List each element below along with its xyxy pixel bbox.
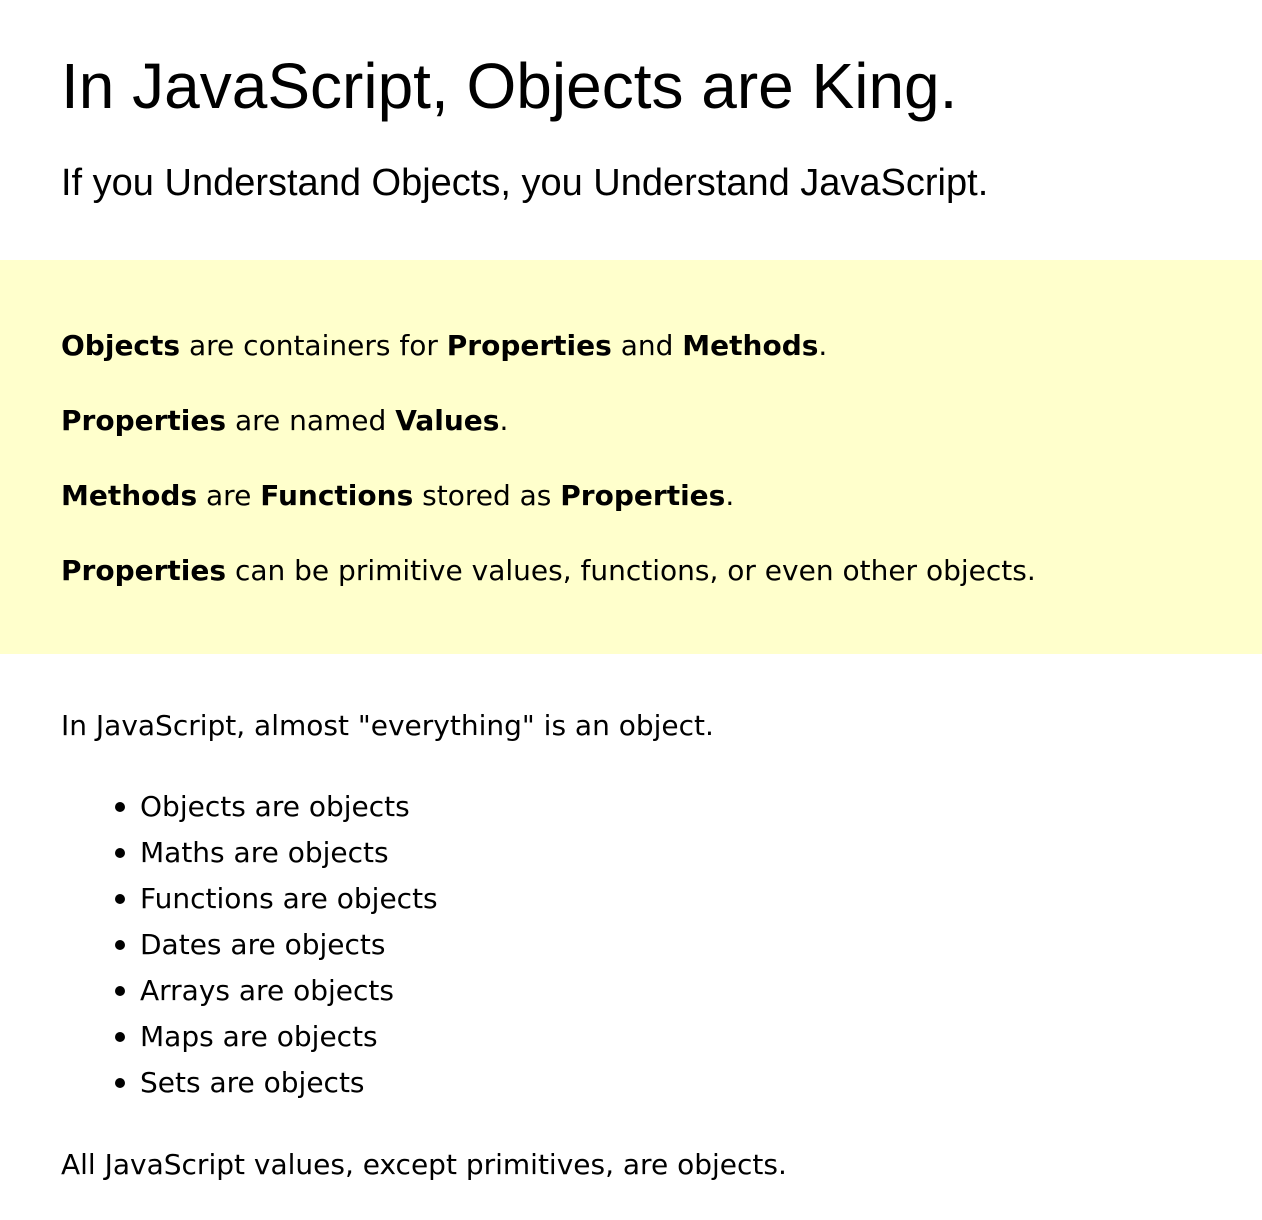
term-properties: Properties [446, 329, 612, 362]
page-title: In JavaScript, Objects are King. [61, 50, 958, 122]
note-text: and [611, 329, 683, 362]
list-item-label: Functions are objects [140, 882, 438, 915]
term-methods: Methods [682, 329, 819, 362]
term-properties: Properties [560, 479, 726, 512]
note-text: . [818, 329, 828, 362]
note-line-objects: Objects are containers for Properties an… [61, 328, 827, 364]
note-line-property-types: Properties can be primitive values, func… [61, 553, 1036, 589]
outro-paragraph: All JavaScript values, except primitives… [61, 1148, 787, 1181]
highlight-note-box: Objects are containers for Properties an… [0, 260, 1262, 654]
page-subtitle: If you Understand Objects, you Understan… [61, 162, 989, 204]
list-item-label: Dates are objects [140, 928, 386, 961]
note-text: are named [226, 404, 396, 437]
note-text: are [197, 479, 261, 512]
term-properties: Properties [61, 404, 227, 437]
list-item-label: Sets are objects [140, 1066, 365, 1099]
intro-paragraph: In JavaScript, almost "everything" is an… [61, 709, 714, 742]
note-text: are containers for [180, 329, 447, 362]
list-item-label: Maps are objects [140, 1020, 378, 1053]
term-functions: Functions [260, 479, 414, 512]
note-line-methods: Methods are Functions stored as Properti… [61, 478, 734, 514]
list-item-label: Maths are objects [140, 836, 389, 869]
term-values: Values [395, 404, 500, 437]
note-text: stored as [413, 479, 561, 512]
bullet-icon [115, 894, 125, 904]
page: In JavaScript, Objects are King. If you … [0, 0, 1262, 1220]
bullet-icon [115, 986, 125, 996]
list-item-label: Objects are objects [140, 790, 410, 823]
note-text: . [499, 404, 509, 437]
note-line-properties: Properties are named Values. [61, 403, 508, 439]
term-methods: Methods [61, 479, 198, 512]
note-text: can be primitive values, functions, or e… [226, 554, 1036, 587]
bullet-icon [115, 940, 125, 950]
bullet-icon [115, 1032, 125, 1042]
bullet-icon [115, 1078, 125, 1088]
bullet-icon [115, 802, 125, 812]
term-properties: Properties [61, 554, 227, 587]
term-objects: Objects [61, 329, 181, 362]
note-text: . [725, 479, 735, 512]
bullet-icon [115, 848, 125, 858]
list-item-label: Arrays are objects [140, 974, 394, 1007]
